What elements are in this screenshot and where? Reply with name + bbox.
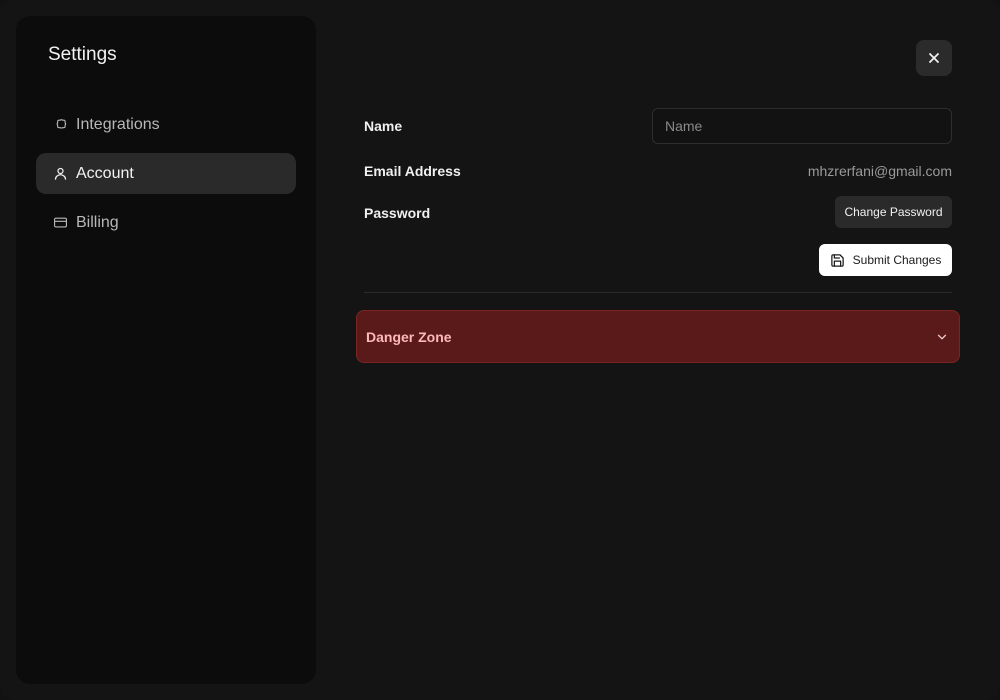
name-input[interactable] [652,108,952,144]
save-icon [830,253,844,267]
submit-changes-label: Submit Changes [852,253,942,267]
password-label: Password [364,205,431,221]
credit-card-icon [52,215,68,231]
puzzle-icon [52,117,68,133]
change-password-button[interactable]: Change Password [835,196,952,228]
user-icon [52,166,68,182]
chevron-down-icon [937,334,947,339]
section-divider [364,292,952,293]
danger-zone-accordion[interactable]: Danger Zone [356,310,960,363]
sidebar-item-label: Billing [76,213,119,231]
sidebar-item-account[interactable]: Account [36,153,296,194]
sidebar-item-integrations[interactable]: Integrations [36,104,296,145]
email-label: Email Address [364,163,461,179]
name-label: Name [364,118,403,134]
sidebar-item-billing[interactable]: Billing [36,202,296,243]
email-value: mhzrerfani@gmail.com [807,163,952,179]
close-icon [929,53,939,63]
sidebar-item-label: Account [76,164,134,182]
settings-sidebar: Settings Integrations Account Billing [16,16,316,684]
sidebar-item-label: Integrations [76,115,160,133]
change-password-label: Change Password [844,205,943,219]
submit-changes-button[interactable]: Submit Changes [819,244,952,276]
settings-modal: Settings Integrations Account Billing Na… [0,0,1000,700]
danger-zone-label: Danger Zone [366,328,452,345]
sidebar-title: Settings [48,44,117,65]
close-button[interactable] [916,40,952,76]
